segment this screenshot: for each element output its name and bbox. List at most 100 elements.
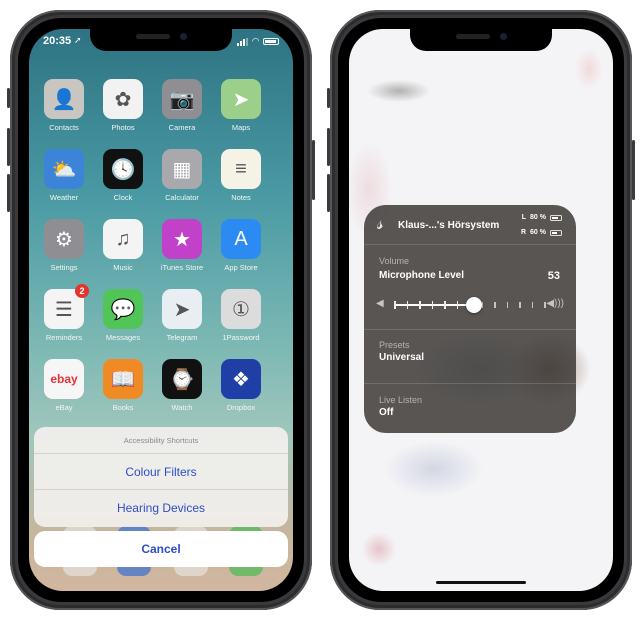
cellular-signal-icon — [237, 37, 249, 46]
app-label: Calculator — [165, 193, 199, 202]
app-glyph: 📷 — [169, 88, 195, 111]
app-settings[interactable]: ⚙ Settings — [35, 219, 93, 272]
left-side-label: L — [521, 214, 527, 221]
app-camera[interactable]: 📷 Camera — [153, 79, 211, 132]
slider-tick — [444, 301, 446, 309]
app-reminders[interactable]: ☰ 2 Reminders — [35, 284, 93, 342]
divider — [364, 383, 576, 384]
telegram-icon: ➤ — [162, 289, 202, 329]
app-ebay[interactable]: ebay eBay — [35, 359, 93, 412]
1password-icon: ① — [221, 289, 261, 329]
right-battery: R 60 % — [521, 229, 562, 236]
live-listen-value[interactable]: Off — [379, 407, 393, 418]
app-glyph: ▦ — [172, 158, 192, 181]
app-telegram[interactable]: ➤ Telegram — [153, 289, 211, 342]
app-itunes-store[interactable]: ★ iTunes Store — [153, 219, 211, 272]
weather-icon: ⛅ — [44, 149, 84, 189]
slider-tick — [456, 301, 458, 309]
contacts-icon: 👤 — [44, 79, 84, 119]
app-photos[interactable]: ✿ Photos — [94, 79, 152, 132]
app-label: Dropbox — [226, 403, 256, 412]
wifi-icon: ◠ — [252, 36, 259, 46]
hearing-devices-option[interactable]: Hearing Devices — [34, 490, 288, 526]
battery-icon — [263, 38, 279, 45]
right-side-label: R — [520, 229, 527, 236]
app-glyph: 💬 — [110, 298, 136, 321]
app-dropbox[interactable]: ❖ Dropbox — [212, 359, 270, 412]
app-label: Notes — [231, 193, 251, 202]
app-label: Contacts — [49, 123, 79, 132]
app-glyph: ≡ — [235, 157, 247, 180]
app-books[interactable]: 📖 Books — [94, 359, 152, 412]
app-glyph: ⛅ — [51, 158, 77, 181]
app-glyph: A — [234, 227, 248, 250]
mute-switch — [327, 88, 330, 108]
sheet-title: Accessibility Shortcuts — [34, 427, 288, 454]
app-messages[interactable]: 💬 Messages — [94, 289, 152, 342]
app-calculator[interactable]: ▦ Calculator — [153, 149, 211, 202]
notes-icon: ≡ — [221, 149, 261, 189]
app-maps[interactable]: ➤ Maps — [212, 79, 270, 132]
music-icon: ♫ — [103, 219, 143, 259]
app-1password[interactable]: ① 1Password — [212, 289, 270, 342]
app-weather[interactable]: ⛅ Weather — [35, 149, 93, 202]
app-glyph: ♫ — [115, 227, 131, 250]
itunes-store-icon: ★ — [162, 219, 202, 259]
slider-track[interactable] — [394, 297, 546, 313]
app-glyph: 👤 — [51, 88, 77, 111]
right-phone-frame: 𝓈 Klaus-...'s Hörsystem L 80 % R 60 % Vo… — [327, 10, 635, 610]
left-battery: L 80 % — [522, 214, 562, 221]
location-arrow-icon: ➚ — [74, 35, 82, 45]
app-contacts[interactable]: 👤 Contacts — [35, 79, 93, 132]
app-glyph: ➤ — [232, 88, 250, 111]
ebay-icon: ebay — [44, 359, 84, 399]
reminders-icon: ☰ 2 — [44, 284, 89, 329]
app-glyph: ★ — [173, 228, 191, 251]
app-glyph: ⌚ — [169, 368, 195, 391]
right-battery-icon — [550, 229, 562, 236]
app-label: Camera — [168, 123, 196, 132]
app-music[interactable]: ♫ Music — [94, 219, 152, 272]
app-label: Messages — [105, 333, 141, 342]
ear-icon: 𝓈 — [377, 213, 384, 233]
app-label: App Store — [224, 263, 258, 272]
side-button — [312, 140, 315, 200]
microphone-level-slider[interactable]: ◀ ◀))) — [376, 297, 564, 313]
app-label: Weather — [49, 193, 79, 202]
app-label: Settings — [50, 263, 78, 272]
microphone-level-value: 53 — [547, 270, 560, 282]
photos-icon: ✿ — [103, 79, 143, 119]
volume-down-button — [7, 174, 10, 212]
calculator-icon: ▦ — [162, 149, 202, 189]
slider-tick — [406, 301, 408, 309]
slider-tick — [519, 302, 521, 308]
settings-icon: ⚙ — [44, 219, 84, 259]
colour-filters-option[interactable]: Colour Filters — [34, 454, 288, 490]
app-label: eBay — [55, 403, 73, 412]
hearing-devices-panel: 𝓈 Klaus-...'s Hörsystem L 80 % R 60 % Vo… — [364, 205, 576, 433]
slider-thumb[interactable] — [465, 297, 482, 313]
volume-up-button — [7, 128, 10, 166]
app-label: Maps — [231, 123, 251, 132]
app-glyph: 📖 — [110, 368, 136, 391]
app-label: Reminders — [45, 333, 83, 342]
app-store-icon: A — [221, 219, 261, 259]
notch — [410, 29, 552, 51]
cancel-button[interactable]: Cancel — [34, 531, 288, 567]
app-label: Watch — [171, 403, 193, 412]
camera-icon: 📷 — [162, 79, 202, 119]
app-glyph: ➤ — [173, 298, 191, 321]
app-app-store[interactable]: A App Store — [212, 219, 270, 272]
clock-icon: 🕓 — [103, 149, 143, 189]
home-indicator[interactable] — [436, 581, 526, 584]
microphone-level-title: Microphone Level — [379, 270, 465, 281]
app-clock[interactable]: 🕓 Clock — [94, 149, 152, 202]
presets-value[interactable]: Universal — [379, 352, 424, 363]
left-battery-icon — [550, 214, 562, 221]
left-battery-percent: 80 % — [530, 214, 546, 221]
app-watch[interactable]: ⌚ Watch — [153, 359, 211, 412]
app-glyph: ✿ — [114, 88, 132, 111]
panel-header: 𝓈 Klaus-...'s Hörsystem L 80 % R 60 % — [364, 205, 576, 245]
app-notes[interactable]: ≡ Notes — [212, 149, 270, 202]
speaker-low-icon: ◀ — [376, 298, 384, 309]
